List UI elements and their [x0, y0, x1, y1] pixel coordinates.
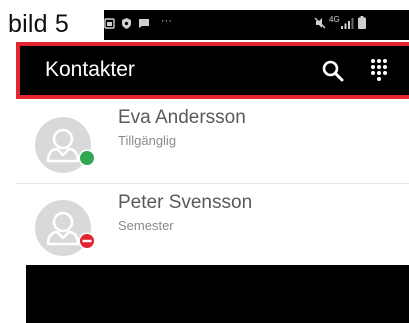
contact-status: Tillgänglig	[118, 133, 177, 148]
dialpad-icon[interactable]	[368, 57, 390, 83]
search-icon[interactable]	[321, 59, 345, 83]
contact-row[interactable]: Peter Svensson Semester	[16, 183, 409, 268]
app-bar: Kontakter	[16, 42, 409, 99]
bottom-area	[26, 265, 409, 323]
presence-available-icon	[78, 149, 96, 167]
presence-do-not-disturb-icon	[78, 232, 96, 250]
network-type: 4G	[329, 15, 340, 24]
caption-label: bild 5	[8, 10, 69, 38]
signal-icon	[341, 18, 354, 29]
message-icon	[139, 19, 149, 28]
status-bar: ··· 4G	[104, 10, 409, 40]
more-notifications-dots: ···	[161, 15, 172, 27]
page-title: Kontakter	[45, 58, 135, 81]
gallery-icon	[104, 18, 115, 29]
contact-list: Eva Andersson Tillgänglig Peter Svensson…	[16, 99, 409, 268]
contact-row[interactable]: Eva Andersson Tillgänglig	[16, 99, 409, 183]
contact-status: Semester	[118, 218, 174, 233]
contact-name: Peter Svensson	[118, 192, 253, 213]
battery-icon	[358, 16, 366, 29]
contact-name: Eva Andersson	[118, 107, 246, 128]
shield-icon	[122, 18, 131, 29]
mute-icon	[314, 17, 326, 29]
